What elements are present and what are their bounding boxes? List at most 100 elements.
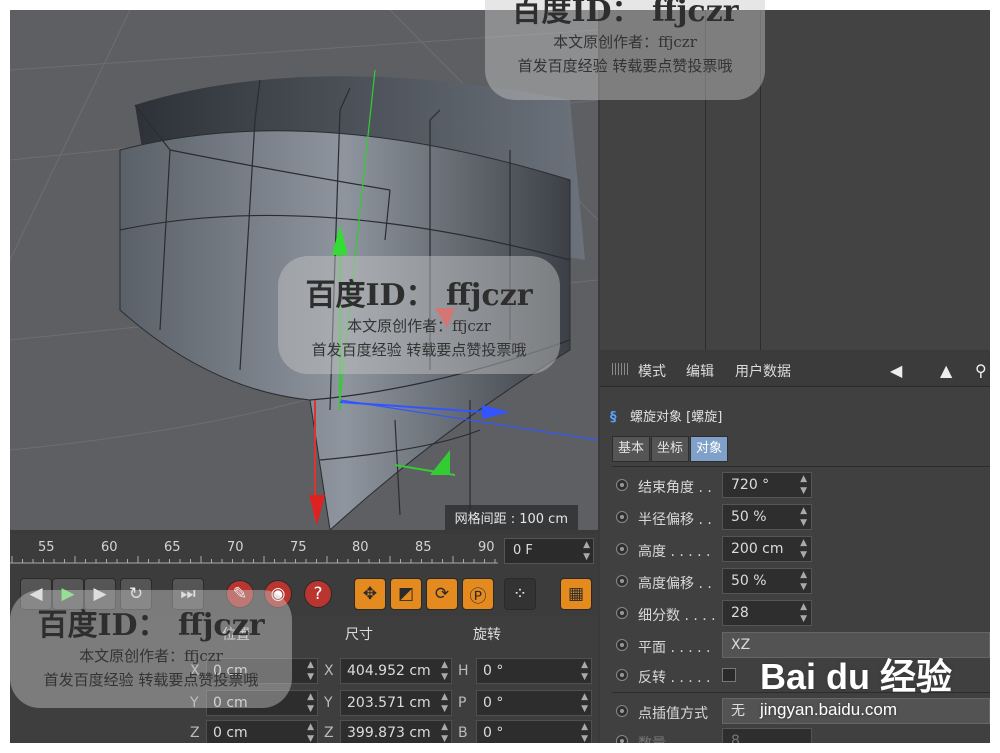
x-axis-handle[interactable] bbox=[482, 405, 510, 419]
watermark-center: 百度ID： ffjczr 本文原创作者：ffjczr 首发百度经验 转载要点赞投… bbox=[278, 256, 560, 374]
prop-radius-offset: 半径偏移 . . 50 % ▲ ▼ bbox=[612, 504, 990, 532]
spinner-icon: ▲ ▼ bbox=[800, 602, 807, 624]
radius-offset-field[interactable]: 50 % ▲ ▼ bbox=[722, 504, 812, 530]
animate-radio-icon[interactable] bbox=[616, 479, 628, 491]
move-tool-icon[interactable]: ✥ bbox=[354, 578, 386, 610]
help-icon[interactable]: ? bbox=[304, 580, 332, 608]
attribute-tabs: 基本 坐标 对象 bbox=[612, 436, 729, 462]
prop-label: 平面 . . . . . bbox=[638, 640, 711, 656]
rotate-tool-icon[interactable]: ⟳ bbox=[426, 578, 458, 610]
animate-radio-icon[interactable] bbox=[616, 705, 628, 717]
animate-radio-icon[interactable] bbox=[616, 543, 628, 555]
prop-label: 点插值方式 bbox=[638, 706, 708, 722]
count-field[interactable]: 8 bbox=[722, 728, 812, 743]
spinner-icon: ▲ ▼ bbox=[581, 692, 588, 714]
prop-label: 反转 . . . . . bbox=[638, 670, 711, 686]
end-angle-field[interactable]: 720 ° ▲ ▼ bbox=[722, 472, 812, 498]
tick-label: 55 bbox=[38, 540, 55, 555]
scale-tool-icon[interactable]: ◩ bbox=[390, 578, 422, 610]
animate-radio-icon[interactable] bbox=[616, 735, 628, 743]
animate-radio-icon[interactable] bbox=[616, 511, 628, 523]
spinner-icon: ▲ ▼ bbox=[307, 692, 314, 714]
axis-label: Y bbox=[324, 695, 333, 711]
spinner-icon: ▲ ▼ bbox=[583, 540, 590, 562]
object-title: § 螺旋对象 [螺旋] bbox=[610, 406, 722, 425]
size-x-field[interactable]: 404.952 cm ▲ ▼ bbox=[340, 658, 452, 684]
grid-spacing-label: 网格间距 : 100 cm bbox=[444, 505, 578, 530]
prop-end-angle: 结束角度 . . 720 ° ▲ ▼ bbox=[612, 472, 990, 500]
prop-height: 高度 . . . . . 200 cm ▲ ▼ bbox=[612, 536, 990, 564]
tab-basic[interactable]: 基本 bbox=[612, 436, 651, 462]
prop-label: 高度偏移 . . bbox=[638, 576, 712, 592]
size-header: 尺寸 bbox=[345, 627, 373, 643]
size-z-field[interactable]: 399.873 cm ▲ ▼ bbox=[340, 720, 452, 743]
tick-label: 65 bbox=[164, 540, 181, 555]
prop-label: 数量 . . . . . bbox=[638, 733, 711, 743]
spinner-icon: ▲ ▼ bbox=[581, 660, 588, 682]
spinner-icon: ▲ ▼ bbox=[441, 722, 448, 743]
tab-coord[interactable]: 坐标 bbox=[651, 436, 690, 462]
height-field[interactable]: 200 cm ▲ ▼ bbox=[722, 536, 812, 562]
search-icon[interactable]: ⚲ bbox=[975, 361, 987, 380]
rot-p-field[interactable]: 0 ° ▲ ▼ bbox=[476, 690, 592, 716]
animate-radio-icon[interactable] bbox=[616, 639, 628, 651]
tick-label: 70 bbox=[227, 540, 244, 555]
pos-z-field[interactable]: 0 cm ▲ ▼ bbox=[206, 720, 318, 743]
prop-subdivisions: 细分数 . . . . 28 ▲ ▼ bbox=[612, 600, 990, 628]
baidu-jingyan-logo: Bai du 经验 jingyan.baidu.com bbox=[760, 648, 952, 720]
spinner-icon: ▲ ▼ bbox=[800, 474, 807, 496]
reverse-checkbox[interactable] bbox=[722, 668, 736, 682]
height-offset-field[interactable]: 50 % ▲ ▼ bbox=[722, 568, 812, 594]
spinner-icon: ▲ ▼ bbox=[800, 506, 807, 528]
spinner-icon: ▲ ▼ bbox=[441, 692, 448, 714]
animate-radio-icon[interactable] bbox=[616, 607, 628, 619]
film-strip-icon[interactable]: ▦ bbox=[560, 578, 592, 610]
subdivisions-field[interactable]: 28 ▲ ▼ bbox=[722, 600, 812, 626]
grip-icon[interactable] bbox=[612, 363, 628, 375]
object-title-text: 螺旋对象 [螺旋] bbox=[630, 410, 723, 425]
tick-label: 75 bbox=[290, 540, 307, 555]
axis-label: H bbox=[458, 663, 469, 679]
baidu-url: jingyan.baidu.com bbox=[760, 700, 898, 719]
watermark-bottom: 百度ID： ffjczr 本文原创作者：ffjczr 首发百度经验 转载要点赞投… bbox=[10, 590, 292, 708]
menu-edit[interactable]: 编辑 bbox=[686, 361, 714, 381]
tick-label: 85 bbox=[415, 540, 432, 555]
menu-mode[interactable]: 模式 bbox=[638, 361, 666, 381]
size-y-field[interactable]: 203.571 cm ▲ ▼ bbox=[340, 690, 452, 716]
axis-label: Z bbox=[324, 725, 334, 741]
prop-count: 数量 . . . . . 8 bbox=[612, 728, 990, 743]
axis-label: P bbox=[458, 695, 467, 711]
tab-object[interactable]: 对象 bbox=[690, 436, 729, 462]
rot-h-field[interactable]: 0 ° ▲ ▼ bbox=[476, 658, 592, 684]
prop-label: 结束角度 . . bbox=[638, 480, 712, 496]
animate-radio-icon[interactable] bbox=[616, 669, 628, 681]
spinner-icon: ▲ ▼ bbox=[307, 660, 314, 682]
prop-label: 细分数 . . . . bbox=[638, 608, 716, 624]
attribute-menu-bar: 模式 编辑 用户数据 ◀ ▲ ⚲ bbox=[600, 352, 990, 387]
param-tool-icon[interactable]: Ⓟ bbox=[462, 578, 494, 610]
up-arrow-icon[interactable]: ▲ bbox=[940, 361, 952, 380]
baidu-logo-text: Bai du 经验 bbox=[760, 656, 953, 697]
rotation-header: 旋转 bbox=[473, 627, 501, 643]
animate-radio-icon[interactable] bbox=[616, 575, 628, 587]
spinner-icon: ▲ ▼ bbox=[441, 660, 448, 682]
tick-label: 90 bbox=[478, 540, 495, 555]
axis-label: X bbox=[324, 663, 334, 679]
rot-b-field[interactable]: 0 ° ▲ ▼ bbox=[476, 720, 592, 743]
prop-height-offset: 高度偏移 . . 50 % ▲ ▼ bbox=[612, 568, 990, 596]
spinner-icon: ▲ ▼ bbox=[800, 538, 807, 560]
spinner-icon: ▲ ▼ bbox=[581, 722, 588, 743]
menu-user-data[interactable]: 用户数据 bbox=[735, 361, 791, 381]
watermark-top: 百度ID： ffjczr 本文原创作者：ffjczr 首发百度经验 转载要点赞投… bbox=[485, 0, 765, 100]
divider bbox=[612, 466, 990, 467]
timeline[interactable]: 55 60 65 70 75 80 85 90 0 F ▲ ▼ bbox=[10, 534, 598, 572]
spinner-icon: ▲ ▼ bbox=[307, 722, 314, 743]
helix-icon: § bbox=[610, 410, 617, 425]
current-frame-field[interactable]: 0 F ▲ ▼ bbox=[504, 538, 594, 564]
prop-label: 半径偏移 . . bbox=[638, 512, 712, 528]
spinner-icon: ▲ ▼ bbox=[800, 570, 807, 592]
z-axis-handle[interactable] bbox=[309, 495, 325, 525]
dots-grid-icon[interactable]: ⁘ bbox=[504, 578, 536, 610]
prop-label: 高度 . . . . . bbox=[638, 544, 711, 560]
back-arrow-icon[interactable]: ◀ bbox=[890, 361, 902, 380]
